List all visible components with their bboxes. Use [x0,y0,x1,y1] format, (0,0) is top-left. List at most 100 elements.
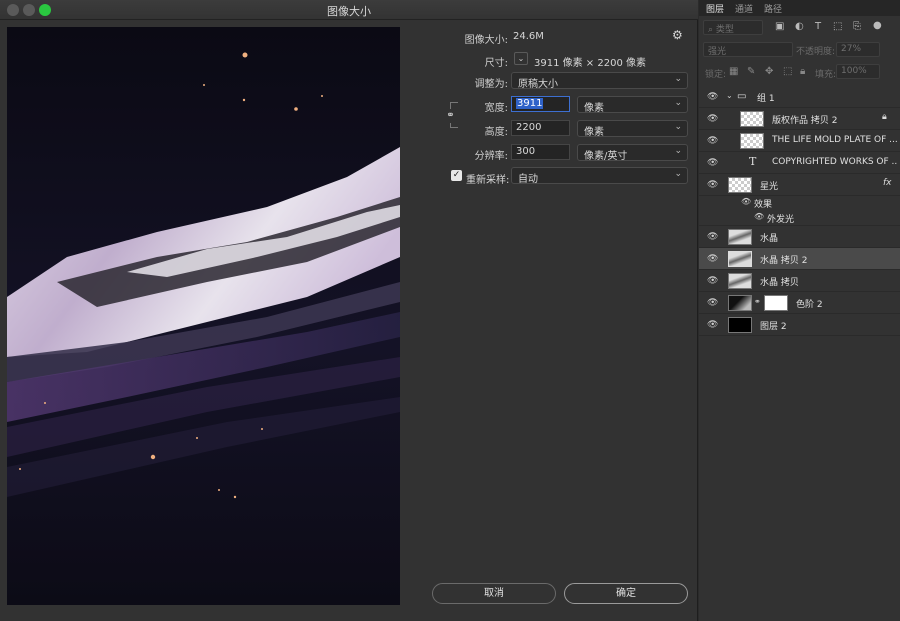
height-value: 2200 [516,122,542,133]
fx-icon[interactable]: fx [883,178,892,188]
width-input[interactable]: 3911 [511,96,570,112]
dialog-title: 图像大小 [327,5,371,18]
eye-icon[interactable]: 👁︎ [707,298,718,308]
layer-thumbnail [728,229,752,245]
layer-name: 版权作品 拷贝 2 [772,116,838,126]
chevron-down-icon: ⌄ [674,74,682,84]
blend-mode-select[interactable]: 强光 [703,42,793,57]
layer-name: 色阶 2 [796,300,823,310]
layer-row[interactable]: 👁︎ 水晶 拷贝 2 [699,248,900,270]
eye-icon[interactable]: 👁︎ [707,276,718,286]
eye-icon[interactable]: 👁︎ [707,180,718,190]
smart-object-filter-icon[interactable]: ⎘ [853,21,861,32]
checkmark-icon: ✓ [452,170,461,180]
eye-icon[interactable]: 👁︎ [707,114,718,124]
fit-to-select[interactable]: 原稿大小 ⌄ [511,72,688,90]
height-unit-value: 像素 [584,127,604,138]
layer-row[interactable]: 👁︎ ⌄ ▭ 组 1 [699,86,900,108]
layer-thumbnail [740,111,764,127]
eye-icon[interactable]: 👁︎ [741,197,751,206]
panel-tabs: 图层 通道 路径 [699,0,900,16]
image-preview[interactable] [7,27,400,605]
layer-row[interactable]: 👁︎ 图层 2 [699,314,900,336]
layer-row[interactable]: 👁︎ 水晶 拷贝 [699,270,900,292]
fit-to-value: 原稿大小 [518,79,558,90]
layer-thumbnail [740,133,764,149]
effects-row[interactable]: 👁︎ 效果 [699,196,900,210]
layer-mask-thumbnail [764,295,788,311]
layer-thumbnail [728,273,752,289]
layer-row[interactable]: 👁︎ 水晶 [699,226,900,248]
fill-value: 100% [841,66,867,76]
filter-toggle-icon[interactable]: ● [873,20,882,31]
search-icon: ⌕ [708,25,714,35]
layer-row[interactable]: 👁︎ 星光 fx [699,174,900,196]
resolution-unit-select[interactable]: 像素/英寸 ⌄ [577,144,688,162]
gear-icon[interactable]: ⚙ [672,28,683,42]
tab-channels[interactable]: 通道 [735,2,753,15]
opacity-input[interactable]: 27% [836,42,880,57]
layers-panel: 图层 通道 路径 ⌕ 类型 ▣ ◐ T ⬚ ⎘ ● 强光 不透明度: 27% 锁… [699,0,900,621]
eye-icon[interactable]: 👁︎ [707,254,718,264]
shape-filter-icon[interactable]: ⬚ [833,21,842,32]
height-input[interactable]: 2200 [511,120,570,136]
eye-icon[interactable]: 👁︎ [707,136,718,146]
resolution-input[interactable]: 300 [511,144,570,160]
image-size-dialog: 图像大小 图像大小: 24.6M ⚙ 尺寸: ⌄ 3911 像素 × 2200 … [0,0,698,621]
cancel-button[interactable]: 取消 [432,583,556,604]
tab-layers[interactable]: 图层 [706,2,724,15]
effect-row[interactable]: 👁︎ 外发光 [699,210,900,226]
height-unit-select[interactable]: 像素 ⌄ [577,120,688,138]
eye-icon[interactable]: 👁︎ [707,92,718,102]
lock-transparent-icon[interactable]: ▦ [729,66,738,77]
effects-label: 效果 [754,200,773,210]
chevron-down-icon: ⌄ [674,122,682,132]
fill-input[interactable]: 100% [836,64,880,79]
image-size-value: 24.6M [513,31,544,42]
height-label: 高度: [484,127,508,138]
layer-name: 组 1 [757,94,775,104]
layer-row[interactable]: 👁︎ ⚭ 色阶 2 [699,292,900,314]
layer-name: 星光 [760,182,779,192]
resample-label: 重新采样: [466,175,510,186]
resolution-value: 300 [516,146,536,157]
width-unit-select[interactable]: 像素 ⌄ [577,96,688,114]
chevron-down-icon[interactable]: ⌄ [726,91,733,100]
chevron-down-icon: ⌄ [517,54,525,63]
tab-paths[interactable]: 路径 [764,2,782,15]
layer-row[interactable]: 👁︎ T COPYRIGHTED WORKS OF ... [699,152,900,174]
lock-all-icon[interactable]: 🔒︎ [800,66,805,77]
layer-row[interactable]: 👁︎ THE LIFE MOLD PLATE OF ... [699,130,900,152]
lock-position-icon[interactable]: ✥ [765,66,773,77]
eye-icon[interactable]: 👁︎ [707,320,718,330]
eye-icon[interactable]: 👁︎ [754,212,764,221]
lock-image-icon[interactable]: ✎ [747,66,755,77]
layer-filter-select[interactable]: ⌕ 类型 [703,20,763,35]
chevron-down-icon: ⌄ [674,98,682,108]
ok-button[interactable]: 确定 [564,583,688,604]
dimensions-value: 3911 像素 × 2200 像素 [534,58,646,69]
folder-icon: ▭ [737,91,747,102]
lock-icon: 🔒︎ [882,112,887,122]
layer-name: COPYRIGHTED WORKS OF ... [772,157,897,167]
lock-artboard-icon[interactable]: ⬚ [783,66,792,77]
lock-label: 锁定: [705,70,727,80]
layer-name: 图层 2 [760,322,787,332]
type-filter-icon[interactable]: T [815,21,821,32]
resample-checkbox[interactable]: ✓ [451,170,462,181]
opacity-value: 27% [841,44,862,54]
preview-artwork [7,27,400,605]
eye-icon[interactable]: 👁︎ [707,158,718,168]
resolution-unit-value: 像素/英寸 [584,151,628,162]
image-filter-icon[interactable]: ▣ [775,21,784,32]
resample-select[interactable]: 自动 ⌄ [511,167,688,185]
layer-row[interactable]: 👁︎ 版权作品 拷贝 2 🔒︎ [699,108,900,130]
dimensions-unit-toggle[interactable]: ⌄ [514,52,528,65]
layer-thumbnail [728,177,752,193]
fit-to-label: 调整为: [474,79,508,90]
adjustment-thumbnail [728,295,752,311]
eye-icon[interactable]: 👁︎ [707,232,718,242]
chevron-down-icon: ⌄ [674,146,682,156]
filter-kind: 类型 [715,25,734,35]
adjustment-filter-icon[interactable]: ◐ [795,21,804,32]
